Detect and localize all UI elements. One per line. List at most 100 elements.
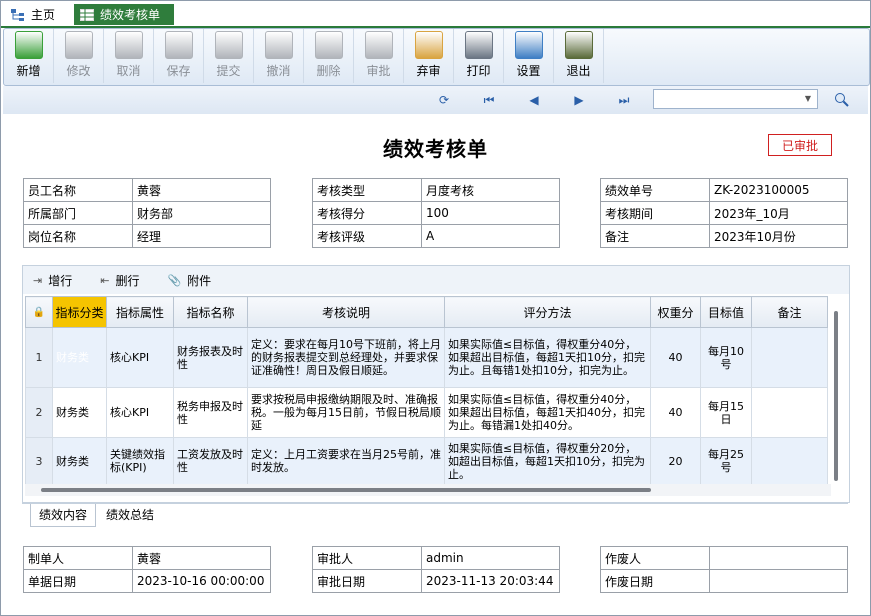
cell-category[interactable]: 财务类 bbox=[52, 437, 107, 485]
employee-label: 员工名称 bbox=[23, 178, 133, 202]
search-icon[interactable] bbox=[834, 92, 850, 108]
abandon-button[interactable]: 弃审 bbox=[404, 29, 454, 83]
cell-name[interactable]: 税务申报及时性 bbox=[173, 387, 248, 438]
cell-attr[interactable]: 关键绩效指标(KPI) bbox=[106, 437, 174, 485]
cell-name[interactable]: 财务报表及时性 bbox=[173, 327, 248, 388]
cell-weight[interactable]: 20 bbox=[650, 437, 701, 485]
approve-button[interactable]: 审批 bbox=[354, 29, 404, 83]
lock-icon[interactable]: 🔒 bbox=[25, 296, 53, 328]
employee-info-grid: 员工名称 黄蓉 所属部门 财务部 岗位名称 经理 bbox=[23, 178, 271, 248]
settings-button[interactable]: 设置 bbox=[504, 29, 554, 83]
approve-button-label: 审批 bbox=[366, 64, 391, 78]
tab-performance-summary[interactable]: 绩效总结 bbox=[98, 504, 162, 526]
grade-field[interactable]: A bbox=[421, 224, 560, 248]
col-header-category[interactable]: 指标分类 bbox=[52, 296, 107, 328]
search-combo[interactable]: ▼ bbox=[653, 89, 818, 109]
col-header-name[interactable]: 指标名称 bbox=[173, 296, 248, 328]
printer-icon bbox=[464, 31, 493, 59]
cell-desc[interactable]: 定义：要求在每月10号下班前，将上月的财务报表提交到总经理处，并要求保证准确性！… bbox=[247, 327, 445, 388]
cell-desc[interactable]: 定义：上月工资要求在当月25号前，准时发放。 bbox=[247, 437, 445, 485]
save-button[interactable]: 保存 bbox=[154, 29, 204, 83]
tab-performance-form[interactable]: 绩效考核单 bbox=[74, 4, 174, 25]
cell-weight[interactable]: 40 bbox=[650, 327, 701, 388]
chevron-down-icon[interactable]: ▼ bbox=[801, 92, 815, 106]
cell-method[interactable]: 如果实际值≤目标值，得权重分20分，如超出目标值，每超1天扣10分，扣完为止。 bbox=[444, 437, 651, 485]
tab-performance-content[interactable]: 绩效内容 bbox=[30, 504, 97, 527]
doc-date-label: 单据日期 bbox=[23, 569, 133, 593]
approve-icon bbox=[364, 31, 393, 59]
col-header-desc[interactable]: 考核说明 bbox=[247, 296, 445, 328]
col-header-weight[interactable]: 权重分 bbox=[650, 296, 701, 328]
dept-field[interactable]: 财务部 bbox=[132, 201, 271, 225]
remark-field[interactable]: 2023年10月份 bbox=[709, 224, 848, 248]
cell-name[interactable]: 工资发放及时性 bbox=[173, 437, 248, 485]
col-header-target[interactable]: 目标值 bbox=[700, 296, 752, 328]
add-row-button[interactable]: ⇥ 增行 bbox=[33, 272, 72, 289]
void-date-label: 作废日期 bbox=[600, 569, 710, 593]
withdraw-button-label: 撤消 bbox=[266, 64, 291, 78]
table-row[interactable]: 2 财务类 核心KPI 税务申报及时性 要求按税局申报缴纳期限及时、准确报税。一… bbox=[25, 387, 828, 438]
doc-date-field[interactable]: 2023-10-16 00:00:00 bbox=[132, 569, 271, 593]
status-badge: 已审批 bbox=[768, 134, 832, 156]
print-button[interactable]: 打印 bbox=[454, 29, 504, 83]
kpi-table: 🔒 指标分类 指标属性 指标名称 考核说明 评分方法 权重分 目标值 备注 1 … bbox=[25, 296, 828, 485]
new-button[interactable]: 新增 bbox=[4, 29, 54, 83]
type-field[interactable]: 月度考核 bbox=[421, 178, 560, 202]
void-date-field[interactable] bbox=[709, 569, 848, 593]
tab-home-label: 主页 bbox=[31, 8, 56, 22]
cell-category[interactable]: 财务类 bbox=[52, 327, 107, 388]
save-button-label: 保存 bbox=[166, 64, 191, 78]
submit-button[interactable]: 提交 bbox=[204, 29, 254, 83]
cell-target[interactable]: 每月15日 bbox=[700, 387, 752, 438]
doc-no-label: 绩效单号 bbox=[600, 178, 710, 202]
void-info-grid: 作废人 作废日期 bbox=[600, 546, 848, 593]
col-header-note[interactable]: 备注 bbox=[751, 296, 828, 328]
cell-target[interactable]: 每月10号 bbox=[700, 327, 752, 388]
position-field[interactable]: 经理 bbox=[132, 224, 271, 248]
delete-button[interactable]: 删除 bbox=[304, 29, 354, 83]
voider-field[interactable] bbox=[709, 546, 848, 570]
last-record-icon[interactable]: ⏭ bbox=[616, 92, 632, 108]
employee-field[interactable]: 黄蓉 bbox=[132, 178, 271, 202]
vertical-scroll-thumb[interactable] bbox=[834, 311, 838, 481]
first-record-icon[interactable]: ⏮ bbox=[481, 92, 497, 108]
edit-button[interactable]: 修改 bbox=[54, 29, 104, 83]
attachment-button[interactable]: 📎 附件 bbox=[167, 272, 211, 289]
col-header-method[interactable]: 评分方法 bbox=[444, 296, 651, 328]
tree-icon bbox=[11, 8, 24, 21]
withdraw-button[interactable]: 撤消 bbox=[254, 29, 304, 83]
horizontal-scrollbar[interactable] bbox=[25, 484, 831, 496]
maker-field[interactable]: 黄蓉 bbox=[132, 546, 271, 570]
cell-note[interactable] bbox=[751, 327, 828, 388]
add-icon bbox=[14, 31, 43, 59]
tab-home[interactable]: 主页 bbox=[11, 4, 55, 25]
cell-weight[interactable]: 40 bbox=[650, 387, 701, 438]
col-header-attr[interactable]: 指标属性 bbox=[106, 296, 174, 328]
horizontal-scroll-thumb[interactable] bbox=[41, 488, 651, 492]
doc-no-field[interactable]: ZK-2023100005 bbox=[709, 178, 848, 202]
prev-record-icon[interactable]: ◀ bbox=[526, 92, 542, 108]
cell-desc[interactable]: 要求按税局申报缴纳期限及时、准确报税。一般为每月15日前，节假日税局顺延 bbox=[247, 387, 445, 438]
cancel-button[interactable]: 取消 bbox=[104, 29, 154, 83]
cell-category[interactable]: 财务类 bbox=[52, 387, 107, 438]
score-field[interactable]: 100 bbox=[421, 201, 560, 225]
cell-target[interactable]: 每月25号 bbox=[700, 437, 752, 485]
cell-method[interactable]: 如果实际值≤目标值，得权重分40分，如果超出目标值，每超1天扣10分，扣完为止。… bbox=[444, 327, 651, 388]
cell-note[interactable] bbox=[751, 387, 828, 438]
approve-date-field[interactable]: 2023-11-13 20:03:44 bbox=[421, 569, 560, 593]
cell-method[interactable]: 如果实际值≤目标值，得权重分40分，如果超出目标值，每超1天扣40分，扣完为止。… bbox=[444, 387, 651, 438]
delete-row-button[interactable]: ⇤ 删行 bbox=[100, 272, 139, 289]
approver-field[interactable]: admin bbox=[421, 546, 560, 570]
table-row[interactable]: 3 财务类 关键绩效指标(KPI) 工资发放及时性 定义：上月工资要求在当月25… bbox=[25, 437, 828, 485]
form-title: 绩效考核单 bbox=[383, 137, 488, 161]
cell-attr[interactable]: 核心KPI bbox=[106, 387, 174, 438]
cell-note[interactable] bbox=[751, 437, 828, 485]
table-row[interactable]: 1 财务类 核心KPI 财务报表及时性 定义：要求在每月10号下班前，将上月的财… bbox=[25, 327, 828, 388]
cell-attr[interactable]: 核心KPI bbox=[106, 327, 174, 388]
period-field[interactable]: 2023年_10月 bbox=[709, 201, 848, 225]
exit-button[interactable]: 退出 bbox=[554, 29, 604, 83]
vertical-scrollbar[interactable] bbox=[833, 311, 839, 486]
tab-performance-label: 绩效考核单 bbox=[100, 8, 161, 22]
refresh-icon[interactable]: ⟳ bbox=[436, 92, 452, 108]
next-record-icon[interactable]: ▶ bbox=[571, 92, 587, 108]
